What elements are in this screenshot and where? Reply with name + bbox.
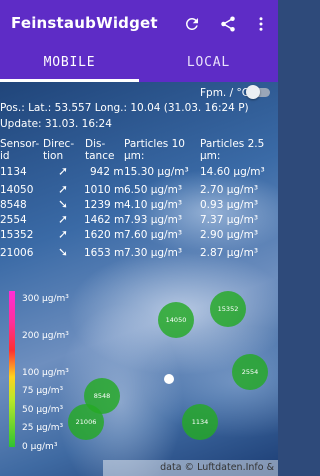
header-distance-line1: Dis- <box>85 138 106 150</box>
more-vert-icon <box>259 17 263 31</box>
scale-label: 50 µg/m³ <box>22 405 64 415</box>
header-distance-line2: tance <box>85 150 115 162</box>
tab-mobile[interactable]: MOBILE <box>0 48 139 82</box>
sensor-marker[interactable]: 21006 <box>68 404 104 440</box>
my-location-dot <box>164 374 174 384</box>
table-row-sensor-id: 8548 <box>0 199 27 211</box>
map-attribution[interactable]: data © Luftdaten.Info & contributors <box>103 460 278 476</box>
table-row-sensor-id: 21006 <box>0 247 34 259</box>
header-direction-line1: Direc- <box>43 138 75 150</box>
table-row-particles25: 2.70 µg/m³ <box>200 184 259 196</box>
refresh-icon <box>185 17 198 30</box>
scale-label: 0 µg/m³ <box>22 442 58 452</box>
table-row-particles10: 7.60 µg/m³ <box>124 229 183 241</box>
sensor-marker[interactable]: 1134 <box>182 404 218 440</box>
scale-label: 75 µg/m³ <box>22 386 64 396</box>
app-bar: FeinstaubWidget <box>0 0 278 48</box>
table-row-particles10: 15.30 µg/m³ <box>124 166 189 178</box>
tab-bar: MOBILE LOCAL <box>0 48 278 82</box>
direction-arrow-icon: ➚ <box>58 182 69 196</box>
table-row-distance: 1462 m <box>84 214 125 226</box>
header-sensor-line1: Sensor- <box>0 138 40 150</box>
table-row-particles25: 14.60 µg/m³ <box>200 166 265 178</box>
header-particles25-line1: Particles 2.5 <box>200 138 265 150</box>
unit-toggle-label: Fpm. / °C <box>200 87 250 99</box>
app-title: FeinstaubWidget <box>11 14 158 32</box>
table-row-particles10: 4.10 µg/m³ <box>124 199 183 211</box>
direction-arrow-icon: ➚ <box>58 227 69 241</box>
map-view[interactable]: Fpm. / °C Pos.: Lat.: 53.557 Long.: 10.0… <box>0 82 278 476</box>
unit-toggle-switch[interactable] <box>246 85 270 99</box>
switch-thumb <box>246 85 260 99</box>
direction-arrow-icon: ➚ <box>58 164 69 178</box>
header-sensor-line2: id <box>0 150 10 162</box>
share-icon <box>221 16 235 32</box>
refresh-button[interactable] <box>180 12 204 36</box>
table-row-sensor-id: 1134 <box>0 166 27 178</box>
direction-arrow-icon: ➘ <box>58 245 69 259</box>
position-text: Pos.: Lat.: 53.557 Long.: 10.04 (31.03. … <box>0 102 249 114</box>
pollution-scale-bar <box>9 291 15 447</box>
table-row-sensor-id: 2554 <box>0 214 27 226</box>
direction-arrow-icon: ➚ <box>58 212 69 226</box>
scale-label: 300 µg/m³ <box>22 294 69 304</box>
table-row-particles25: 2.87 µg/m³ <box>200 247 259 259</box>
overflow-menu-button[interactable] <box>249 12 273 36</box>
table-row-distance: 942 m <box>90 166 124 178</box>
table-row-particles10: 7.93 µg/m³ <box>124 214 183 226</box>
table-row-distance: 1620 m <box>84 229 125 241</box>
table-row-distance: 1010 m <box>84 184 125 196</box>
table-row-distance: 1239 m <box>84 199 125 211</box>
table-row-sensor-id: 14050 <box>0 184 34 196</box>
direction-arrow-icon: ➘ <box>58 197 69 211</box>
header-particles10-line2: µm: <box>124 150 145 162</box>
sensor-marker[interactable]: 14050 <box>158 302 194 338</box>
update-text: Update: 31.03. 16:24 <box>0 118 112 130</box>
scale-label: 200 µg/m³ <box>22 331 69 341</box>
scale-label: 25 µg/m³ <box>22 423 64 433</box>
header-particles25-line2: µm: <box>200 150 221 162</box>
header-direction-line2: tion <box>43 150 64 162</box>
header-particles10-line1: Particles 10 <box>124 138 185 150</box>
share-button[interactable] <box>216 12 240 36</box>
table-row-distance: 1653 m <box>84 247 125 259</box>
table-row-particles10: 6.50 µg/m³ <box>124 184 183 196</box>
scale-label: 100 µg/m³ <box>22 368 69 378</box>
table-row-particles25: 7.37 µg/m³ <box>200 214 259 226</box>
tab-local[interactable]: LOCAL <box>139 48 278 82</box>
table-row-particles25: 2.90 µg/m³ <box>200 229 259 241</box>
table-row-particles25: 0.93 µg/m³ <box>200 199 259 211</box>
sensor-marker[interactable]: 2554 <box>232 354 268 390</box>
sensor-marker[interactable]: 15352 <box>210 291 246 327</box>
table-row-sensor-id: 15352 <box>0 229 34 241</box>
table-row-particles10: 7.30 µg/m³ <box>124 247 183 259</box>
info-overlay: Fpm. / °C Pos.: Lat.: 53.557 Long.: 10.0… <box>0 82 278 476</box>
